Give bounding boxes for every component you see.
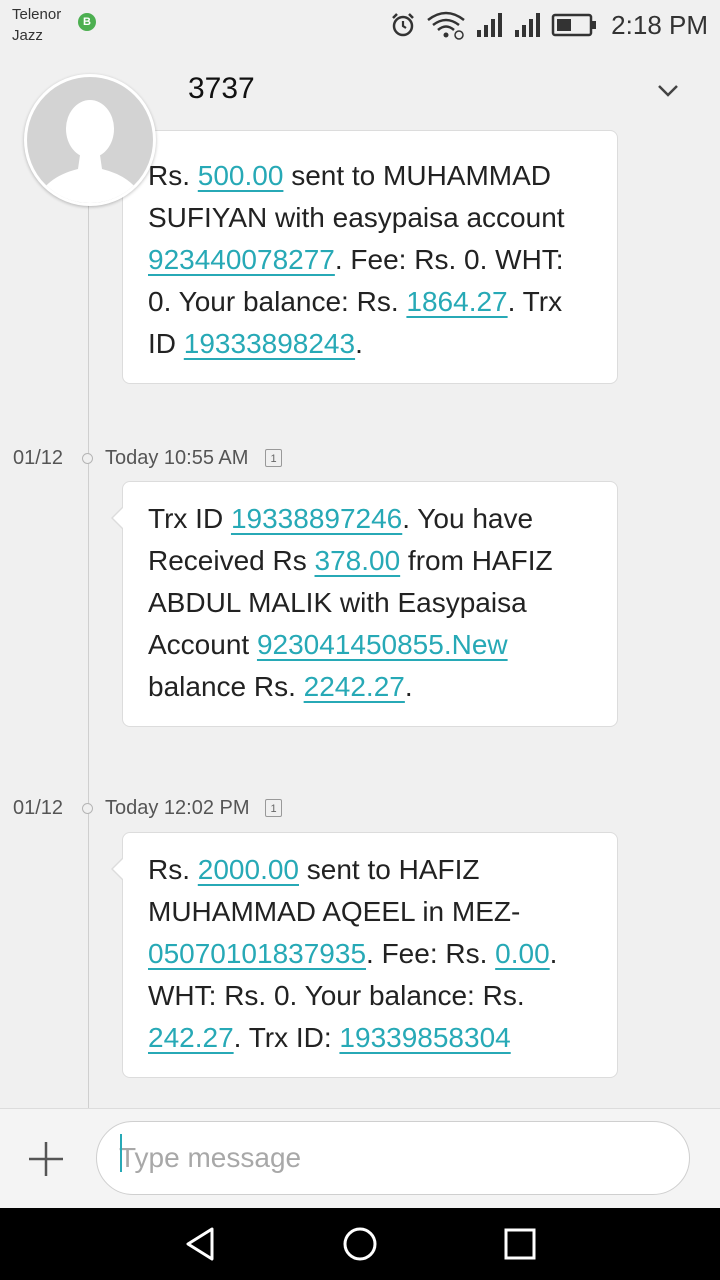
message-time: Today 12:02 PM — [105, 797, 250, 819]
message-text: Rs. — [148, 854, 198, 885]
contact-avatar[interactable] — [24, 74, 156, 206]
message-link[interactable]: 923041450855.New — [257, 629, 508, 660]
wifi-icon — [427, 11, 465, 40]
message-link[interactable]: 1864.27 — [406, 286, 507, 317]
message-text: . — [355, 328, 363, 359]
status-bar: Telenor Jazz B 2:18 PM — [0, 0, 720, 50]
message-text: . Trx ID: — [233, 1022, 340, 1053]
carrier-line-1: Telenor — [12, 6, 62, 23]
message-text: Trx ID — [148, 503, 231, 534]
signal-icon — [477, 13, 503, 37]
text-cursor — [120, 1134, 122, 1172]
message-date-row: 01/12 Today 12:02 PM 1 — [0, 795, 720, 825]
message-link[interactable]: 19338897246 — [231, 503, 402, 534]
message-link[interactable]: 500.00 — [198, 160, 284, 191]
back-triangle-icon[interactable] — [180, 1224, 220, 1264]
message-text: . Fee: Rs. — [366, 938, 496, 969]
home-circle-icon[interactable] — [340, 1224, 380, 1264]
composer-bar — [0, 1108, 720, 1208]
person-silhouette-icon — [35, 100, 145, 203]
message-bubble[interactable]: Rs. 2000.00 sent to HAFIZ MUHAMMAD AQEEL… — [111, 832, 618, 1078]
status-icons: 2:18 PM — [389, 8, 708, 42]
timeline-line — [88, 146, 89, 1108]
sim-card-icon: 1 — [265, 449, 282, 467]
message-date: 01/12 — [13, 447, 64, 469]
carrier-label: Telenor Jazz — [12, 4, 61, 46]
message-date: 01/12 — [13, 797, 64, 819]
message-link[interactable]: 378.00 — [315, 545, 401, 576]
message-text: Rs. — [148, 160, 198, 191]
timeline-dot — [82, 803, 93, 814]
message-input[interactable] — [96, 1121, 690, 1195]
status-time: 2:18 PM — [611, 9, 708, 40]
message-bubble[interactable]: Rs. 500.00 sent to MUHAMMAD SUFIYAN with… — [122, 130, 618, 384]
message-link[interactable]: 05070101837935 — [148, 938, 366, 969]
message-text: balance Rs. — [148, 671, 304, 702]
carrier-line-2: Jazz — [12, 27, 43, 44]
plus-icon[interactable] — [26, 1139, 66, 1179]
message-text: . — [404, 671, 413, 702]
message-link[interactable]: 2000.00 — [198, 854, 299, 885]
signal-icon — [515, 13, 541, 37]
recents-square-icon[interactable] — [500, 1224, 540, 1264]
message-link[interactable]: 0.00 — [495, 938, 550, 969]
message-date-row: 01/12 Today 10:55 AM 1 — [0, 445, 720, 475]
timeline-dot — [82, 453, 93, 464]
message-link[interactable]: 923440078277 — [148, 244, 335, 275]
bbm-notification-icon: B — [78, 13, 96, 31]
sim-card-icon: 1 — [265, 799, 282, 817]
message-bubble[interactable]: Trx ID 19338897246. You have Received Rs… — [111, 481, 618, 727]
message-time: Today 10:55 AM — [105, 447, 249, 469]
alarm-icon — [392, 13, 415, 37]
message-link[interactable]: 19339858304 — [339, 1022, 510, 1053]
contact-title[interactable]: 3737 — [188, 72, 255, 106]
message-link[interactable]: 19333898243 — [184, 328, 355, 359]
navigation-bar — [0, 1208, 720, 1280]
message-link[interactable]: 242.27 — [148, 1022, 234, 1053]
message-link[interactable]: 2242.27 — [304, 671, 405, 702]
chevron-down-icon[interactable] — [652, 74, 684, 106]
battery-icon — [551, 13, 597, 37]
